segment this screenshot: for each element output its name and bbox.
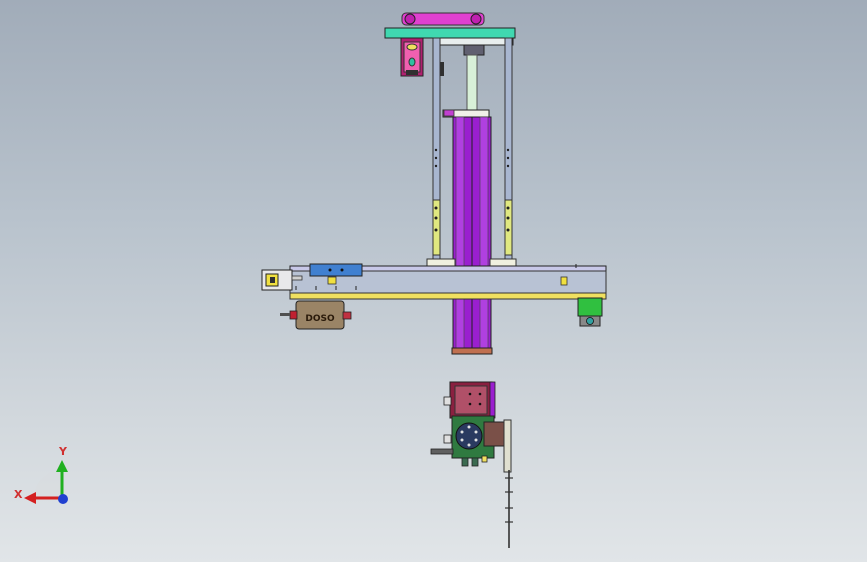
- top-plate: [436, 37, 514, 46]
- lift-shaft: [466, 54, 478, 114]
- cad-model-view: DOSO Y X: [14, 12, 607, 548]
- x-axis-label: X: [14, 488, 23, 501]
- main-column: [442, 109, 493, 355]
- right-motor: [577, 297, 603, 327]
- column-foot: [451, 347, 493, 355]
- cad-viewport[interactable]: DOSO Y X: [0, 0, 867, 562]
- beam-carriage: [309, 263, 363, 277]
- lower-gripper-assembly: [430, 381, 513, 548]
- y-axis-label: Y: [58, 445, 68, 458]
- beam-rail: [289, 292, 607, 300]
- drive-label: DOSO: [305, 314, 335, 324]
- horizontal-beam: [289, 263, 607, 300]
- orientation-triad: Y X: [14, 445, 68, 504]
- top-head-assembly: [384, 12, 516, 77]
- drive-unit: DOSO: [280, 300, 352, 330]
- top-bracket: [384, 27, 516, 39]
- z-axis-dot: [58, 494, 68, 504]
